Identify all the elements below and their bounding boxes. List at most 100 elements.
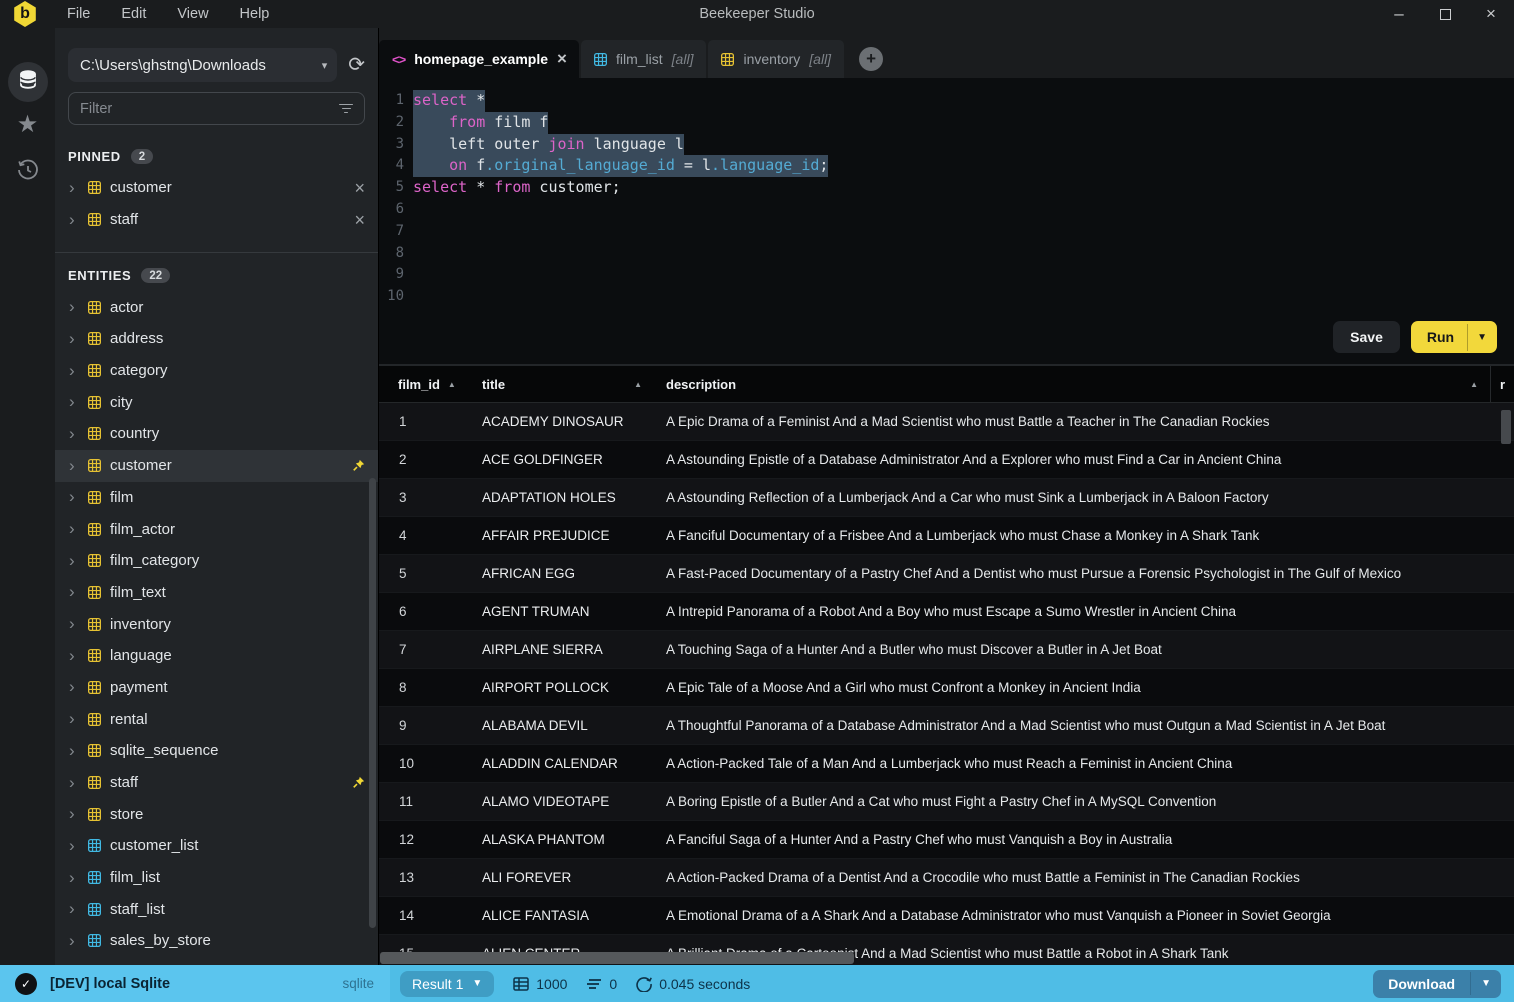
sidebar-item-rental[interactable]: › rental	[55, 703, 378, 735]
sidebar-item-customer[interactable]: › customer	[55, 449, 378, 482]
chevron-right-icon[interactable]: ›	[69, 678, 79, 695]
sidebar-item-sqlite_sequence[interactable]: › sqlite_sequence	[55, 735, 378, 767]
chevron-right-icon[interactable]: ›	[69, 520, 79, 537]
pin-icon[interactable]	[352, 776, 365, 789]
chevron-right-icon[interactable]: ›	[69, 647, 79, 664]
chevron-right-icon[interactable]: ›	[69, 211, 79, 228]
chevron-right-icon[interactable]: ›	[69, 869, 79, 886]
code-line[interactable]: 2 from film f	[379, 111, 1514, 134]
code-line[interactable]: 6	[379, 199, 1514, 221]
tab-film_list[interactable]: film_list [all]	[581, 40, 707, 78]
chevron-right-icon[interactable]: ›	[69, 393, 79, 410]
table-row[interactable]: 1 ACADEMY DINOSAUR A Epic Drama of a Femin…	[379, 403, 1514, 441]
chevron-right-icon[interactable]: ›	[69, 805, 79, 822]
table-row[interactable]: 8 AIRPORT POLLOCK A Epic Tale of a Moose A…	[379, 669, 1514, 707]
sql-editor[interactable]: 1 select * 2 from film f3 left outer join …	[379, 78, 1514, 366]
unpin-icon[interactable]: ×	[354, 211, 365, 229]
column-header-partial[interactable]: r	[1491, 377, 1514, 392]
minimize-button[interactable]: –	[1376, 0, 1422, 28]
tab-homepage_example[interactable]: <> homepage_example ×	[379, 40, 579, 78]
column-header-title[interactable]: title ▲	[463, 377, 656, 392]
table-row[interactable]: 9 ALABAMA DEVIL A Thoughtful Panorama of a…	[379, 707, 1514, 745]
sidebar-item-film_list[interactable]: › film_list	[55, 862, 378, 894]
column-header-description[interactable]: description ▲	[656, 366, 1491, 402]
code-line[interactable]: 4 on f.original_language_id = l.language…	[379, 155, 1514, 178]
sidebar-item-address[interactable]: › address	[55, 323, 378, 355]
table-row[interactable]: 2 ACE GOLDFINGER A Astounding Epistle of a…	[379, 441, 1514, 479]
code-line[interactable]: 1 select *	[379, 90, 1514, 112]
sidebar-item-city[interactable]: › city	[55, 386, 378, 418]
chevron-right-icon[interactable]: ›	[69, 615, 79, 632]
sidebar-item-film[interactable]: › film	[55, 482, 378, 514]
code-line[interactable]: 3 left outer join language l	[379, 133, 1514, 156]
new-tab-button[interactable]: +	[859, 47, 884, 71]
result-selector[interactable]: Result 1 ▼	[400, 970, 495, 997]
filter-input[interactable]	[80, 100, 339, 117]
close-window-button[interactable]: ×	[1468, 0, 1514, 28]
code-line[interactable]: 10	[379, 286, 1514, 308]
table-row[interactable]: 7 AIRPLANE SIERRA A Touching Saga of a Hun…	[379, 631, 1514, 669]
chevron-right-icon[interactable]: ›	[69, 552, 79, 569]
table-row[interactable]: 13 ALI FOREVER A Action-Packed Drama of a …	[379, 859, 1514, 897]
connection-select[interactable]: C:\Users\ghstng\Downloads ▾	[68, 48, 338, 82]
chevron-right-icon[interactable]: ›	[69, 710, 79, 727]
chevron-right-icon[interactable]: ›	[69, 488, 79, 505]
unpin-icon[interactable]: ×	[354, 179, 365, 197]
sidebar-scrollbar[interactable]	[369, 478, 376, 928]
download-dropdown-caret[interactable]: ▼	[1470, 972, 1501, 995]
sidebar-item-film_category[interactable]: › film_category	[55, 545, 378, 577]
chevron-right-icon[interactable]: ›	[69, 900, 79, 917]
sidebar-item-country[interactable]: › country	[55, 418, 378, 450]
table-row[interactable]: 5 AFRICAN EGG A Fast-Paced Documentary of …	[379, 555, 1514, 593]
sidebar-item-language[interactable]: › language	[55, 640, 378, 672]
pin-icon[interactable]	[352, 459, 365, 472]
pinned-item-staff[interactable]: › staff ×	[55, 204, 378, 236]
run-button[interactable]: Run ▼	[1410, 321, 1497, 353]
sidebar-item-film_actor[interactable]: › film_actor	[55, 513, 378, 545]
chevron-right-icon[interactable]: ›	[69, 298, 79, 315]
table-row[interactable]: 12 ALASKA PHANTOM A Fanciful Saga of a Hun…	[379, 821, 1514, 859]
chevron-right-icon[interactable]: ›	[69, 330, 79, 347]
pinned-item-customer[interactable]: › customer ×	[55, 172, 378, 204]
table-row[interactable]: 3 ADAPTATION HOLES A Astounding Reflection…	[379, 479, 1514, 517]
menu-view[interactable]: View	[177, 6, 208, 22]
chevron-right-icon[interactable]: ›	[69, 583, 79, 600]
sidebar-item-category[interactable]: › category	[55, 355, 378, 387]
favorites-tab-button[interactable]: ★	[17, 112, 39, 138]
save-button[interactable]: Save	[1333, 321, 1400, 353]
refresh-icon[interactable]: ⟳	[348, 55, 365, 75]
close-tab-icon[interactable]: ×	[557, 49, 567, 69]
chevron-right-icon[interactable]: ›	[69, 457, 79, 474]
code-line[interactable]: 7	[379, 221, 1514, 243]
maximize-button[interactable]	[1422, 0, 1468, 28]
vertical-scrollbar[interactable]	[1501, 410, 1511, 444]
sidebar-item-store[interactable]: › store	[55, 798, 378, 830]
chevron-right-icon[interactable]: ›	[69, 837, 79, 854]
chevron-right-icon[interactable]: ›	[69, 932, 79, 949]
code-line[interactable]: 8	[379, 243, 1514, 265]
chevron-right-icon[interactable]: ›	[69, 362, 79, 379]
sidebar-item-payment[interactable]: › payment	[55, 672, 378, 704]
code-line[interactable]: 5 select * from customer;	[379, 177, 1514, 199]
sidebar-item-staff_list[interactable]: › staff_list	[55, 893, 378, 925]
sidebar-item-customer_list[interactable]: › customer_list	[55, 830, 378, 862]
sidebar-item-film_text[interactable]: › film_text	[55, 577, 378, 609]
sidebar-item-staff[interactable]: › staff	[55, 767, 378, 799]
chevron-right-icon[interactable]: ›	[69, 774, 79, 791]
table-row[interactable]: 4 AFFAIR PREJUDICE A Fanciful Documentary …	[379, 517, 1514, 555]
download-button[interactable]: Download ▼	[1373, 969, 1501, 998]
chevron-right-icon[interactable]: ›	[69, 742, 79, 759]
menu-edit[interactable]: Edit	[121, 6, 146, 22]
run-button-label[interactable]: Run	[1411, 321, 1467, 353]
table-row[interactable]: 10 ALADDIN CALENDAR A Action-Packed Tale o…	[379, 745, 1514, 783]
menu-help[interactable]: Help	[240, 6, 270, 22]
chevron-right-icon[interactable]: ›	[69, 179, 79, 196]
sidebar-item-inventory[interactable]: › inventory	[55, 608, 378, 640]
horizontal-scrollbar[interactable]	[380, 952, 854, 964]
table-row[interactable]: 14 ALICE FANTASIA A Emotional Drama of a A…	[379, 897, 1514, 935]
run-dropdown-caret[interactable]: ▼	[1467, 323, 1497, 351]
sidebar-item-sales_by_store[interactable]: › sales_by_store	[55, 925, 378, 957]
table-row[interactable]: 6 AGENT TRUMAN A Intrepid Panorama of a Ro…	[379, 593, 1514, 631]
database-tab-button[interactable]	[7, 62, 48, 102]
column-header-film-id[interactable]: film_id ▲	[379, 377, 463, 392]
